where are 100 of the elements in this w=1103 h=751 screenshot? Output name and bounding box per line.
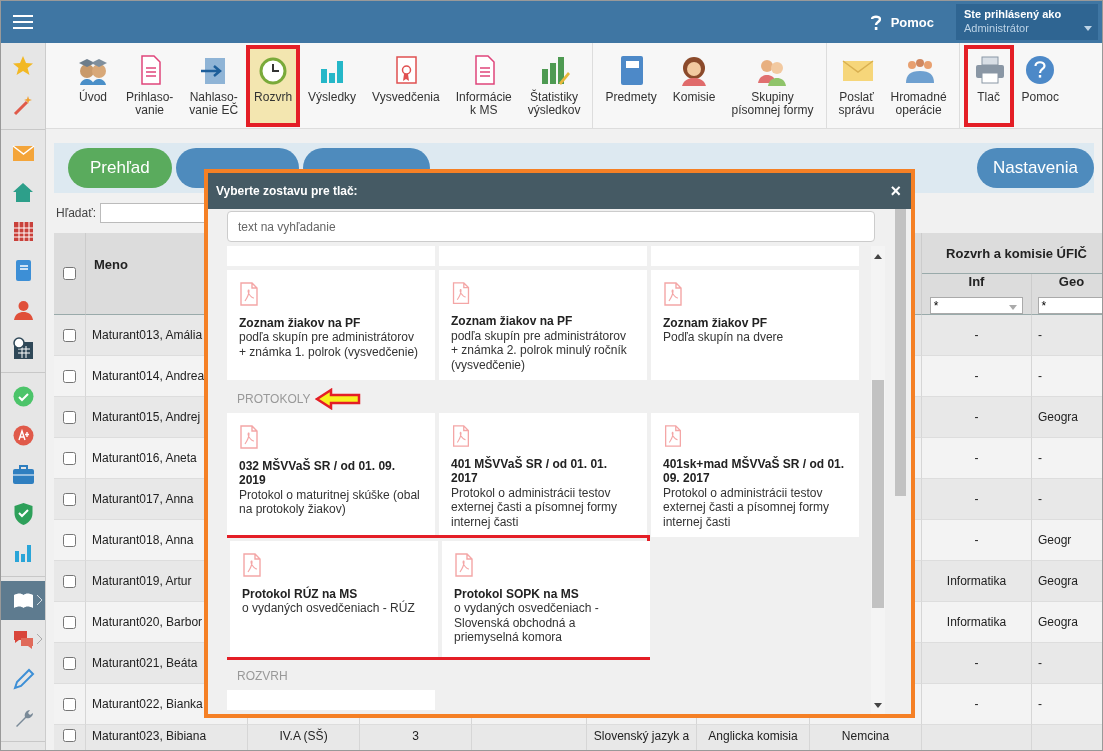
pdf-file-icon: [451, 425, 471, 448]
table-cell: Geogra: [1032, 397, 1102, 438]
table-cell: Slovenský jazyk a: [587, 725, 697, 750]
table-cell: -: [922, 684, 1032, 725]
arrow-up-icon: [874, 254, 882, 259]
pdf-file-icon: [242, 553, 262, 577]
card-title: Zoznam žiakov PF: [663, 316, 769, 331]
user-dropdown[interactable]: Ste prihlásený ako Administrátor: [956, 4, 1098, 40]
card-title: 401 MŠVVaŠ SR / od 01. 01. 2017: [451, 457, 609, 486]
pdf-file-icon: [239, 425, 259, 449]
pdf-file-icon: [663, 425, 683, 448]
card-title: 401sk+mad MŠVVaŠ SR / od 01. 09. 2017: [663, 457, 846, 486]
checkbox[interactable]: [63, 369, 76, 383]
menu-icon: [13, 14, 33, 30]
table-cell: Anglicka komisia: [697, 725, 810, 750]
table-cell: 3: [360, 725, 472, 750]
table-cell: Geogra: [1032, 561, 1102, 602]
pdf-file-icon: [454, 553, 474, 577]
toolbar-button[interactable]: Predmety: [597, 45, 665, 123]
report-card[interactable]: Protokol SOPK na MS o vydaných osvedčeniach - Slovenská obchodná a priemyselná komora: [442, 541, 650, 657]
table-cell: -: [922, 438, 1032, 479]
checkbox[interactable]: [63, 615, 76, 629]
search-field[interactable]: text na vyhľadanie: [227, 211, 875, 242]
report-card[interactable]: Zoznam žiakov PF Podľa skupín na dvere: [651, 270, 859, 380]
pen-icon: [11, 667, 35, 690]
card-description: o vydaných osvedčeniach - Slovenská obchodná a priemyselná komora: [454, 601, 600, 645]
report-card[interactable]: Zoznam žiakov na PF podľa skupín pre administrátorov + známka 2. polrok minulý ročník (vysvedčenie): [439, 270, 647, 380]
table-cell: -: [922, 356, 1032, 397]
toolbar-button[interactable]: Štatistiky výsledkov: [519, 45, 589, 123]
dialog-title: Vyberte zostavu pre tlač:: [216, 184, 358, 198]
home-icon: [11, 181, 35, 204]
table-cell: Informatika: [922, 561, 1032, 602]
card-description: podľa skupín pre administrátorov + známka 2. polrok minulý ročník (vysvedčenie): [451, 328, 628, 372]
user-name: Administrátor: [964, 22, 1029, 34]
checkbox[interactable]: [63, 451, 76, 465]
column-header: Inf: [968, 274, 985, 289]
checkbox[interactable]: [63, 574, 76, 588]
check-circle-icon: [11, 385, 35, 408]
scrollbar[interactable]: [871, 246, 885, 714]
toolbar-button[interactable]: Informácie k MS: [447, 45, 520, 123]
checkbox[interactable]: [63, 656, 76, 670]
checkbox[interactable]: [63, 729, 76, 742]
search-field[interactable]: [100, 203, 207, 223]
toolbar-button[interactable]: Skupiny písomnej formy: [723, 45, 822, 123]
toolbar-button[interactable]: Úvod: [68, 45, 118, 123]
arrow-down-icon: [874, 703, 882, 708]
toolbar-button[interactable]: Výsledky: [300, 45, 365, 123]
toolbar-button[interactable]: Rozvrh: [246, 45, 301, 127]
help-link[interactable]: Pomoc: [870, 14, 934, 30]
toolbar-button[interactable]: Komisie: [664, 45, 724, 123]
report-card[interactable]: 401 MŠVVaŠ SR / od 01. 01. 2017 Protokol o administrácii testov externej časti a písomnej formy internej časti: [439, 413, 647, 537]
table-cell: IV.A (SŠ): [248, 725, 360, 750]
checkbox[interactable]: [63, 492, 76, 506]
caret-icon: [1009, 305, 1018, 310]
user-label: Ste prihlásený ako: [964, 8, 1063, 20]
checkbox[interactable]: [63, 697, 76, 711]
report-card[interactable]: Protokol RÚZ na MS o vydaných osvedčeniach - RÚZ: [230, 541, 438, 657]
checkbox[interactable]: [63, 533, 76, 547]
table-cell: Informatika: [922, 602, 1032, 643]
table-cell: -: [922, 643, 1032, 684]
toolbar-button[interactable]: Poslať správu: [830, 45, 883, 123]
table-cell: Nemcina: [810, 725, 922, 750]
toolbar-button[interactable]: Prihlaso- vanie: [118, 45, 182, 123]
briefcase-icon: [11, 463, 35, 486]
card-description: Podľa skupín na dvere: [663, 330, 785, 345]
toolbar-button[interactable]: Pomoc: [1013, 45, 1067, 123]
grade-circle-icon: [11, 424, 35, 447]
filter-field[interactable]: *: [1037, 297, 1102, 314]
scrollbar-thumb[interactable]: [872, 380, 884, 608]
column-header: Meno: [94, 257, 128, 272]
checkbox[interactable]: [63, 328, 76, 342]
close-button[interactable]: ×: [888, 182, 903, 200]
toolbar-button[interactable]: Vysvedčenia: [364, 45, 448, 123]
pdf-file-icon: [451, 282, 471, 305]
toolbar-button[interactable]: Nahlaso- vanie EČ: [181, 45, 247, 123]
checkbox[interactable]: [63, 410, 76, 424]
table-cell: -: [922, 520, 1032, 561]
toolbar-button[interactable]: Tlač: [963, 45, 1014, 127]
filter-field[interactable]: *: [929, 297, 1024, 314]
settings-button[interactable]: Nastavenia: [976, 148, 1094, 188]
sidebar-item[interactable]: [1, 581, 45, 620]
table-cell: -: [1032, 643, 1102, 684]
report-card[interactable]: 401sk+mad MŠVVaŠ SR / od 01. 09. 2017 Protokol o administrácii testov externej časti a písomnej formy internej časti: [651, 413, 859, 537]
report-card[interactable]: 032 MŠVVaŠ SR / od 01. 09. 2019 Protokol o maturitnej skúške (obal na protokoly žiakov): [227, 413, 435, 537]
search-label: Hľadať:: [56, 206, 97, 220]
table-cell: -: [1032, 479, 1102, 520]
chat-bubbles-icon: [11, 628, 35, 651]
pdf-file-icon: [663, 282, 683, 306]
toolbar-button[interactable]: Hromadné operácie: [882, 45, 955, 123]
table-cell: -: [922, 397, 1032, 438]
table-cell: -: [922, 479, 1032, 520]
card-title: Protokol SOPK na MS: [454, 587, 580, 602]
card-title: Zoznam žiakov na PF: [451, 314, 574, 329]
card-description: Protokol o administrácii testov externej časti a písomnej formy internej časti: [663, 485, 831, 529]
checkbox[interactable]: [63, 267, 76, 280]
scrollbar-thumb[interactable]: [895, 209, 906, 496]
report-card[interactable]: Zoznam žiakov na PF podľa skupín pre administrátorov + známka 1. polrok (vysvedčenie): [227, 270, 435, 380]
help-icon: [870, 14, 881, 30]
table-cell: Maturant023, Bibiana: [86, 725, 248, 750]
caret-icon: [1084, 26, 1092, 31]
